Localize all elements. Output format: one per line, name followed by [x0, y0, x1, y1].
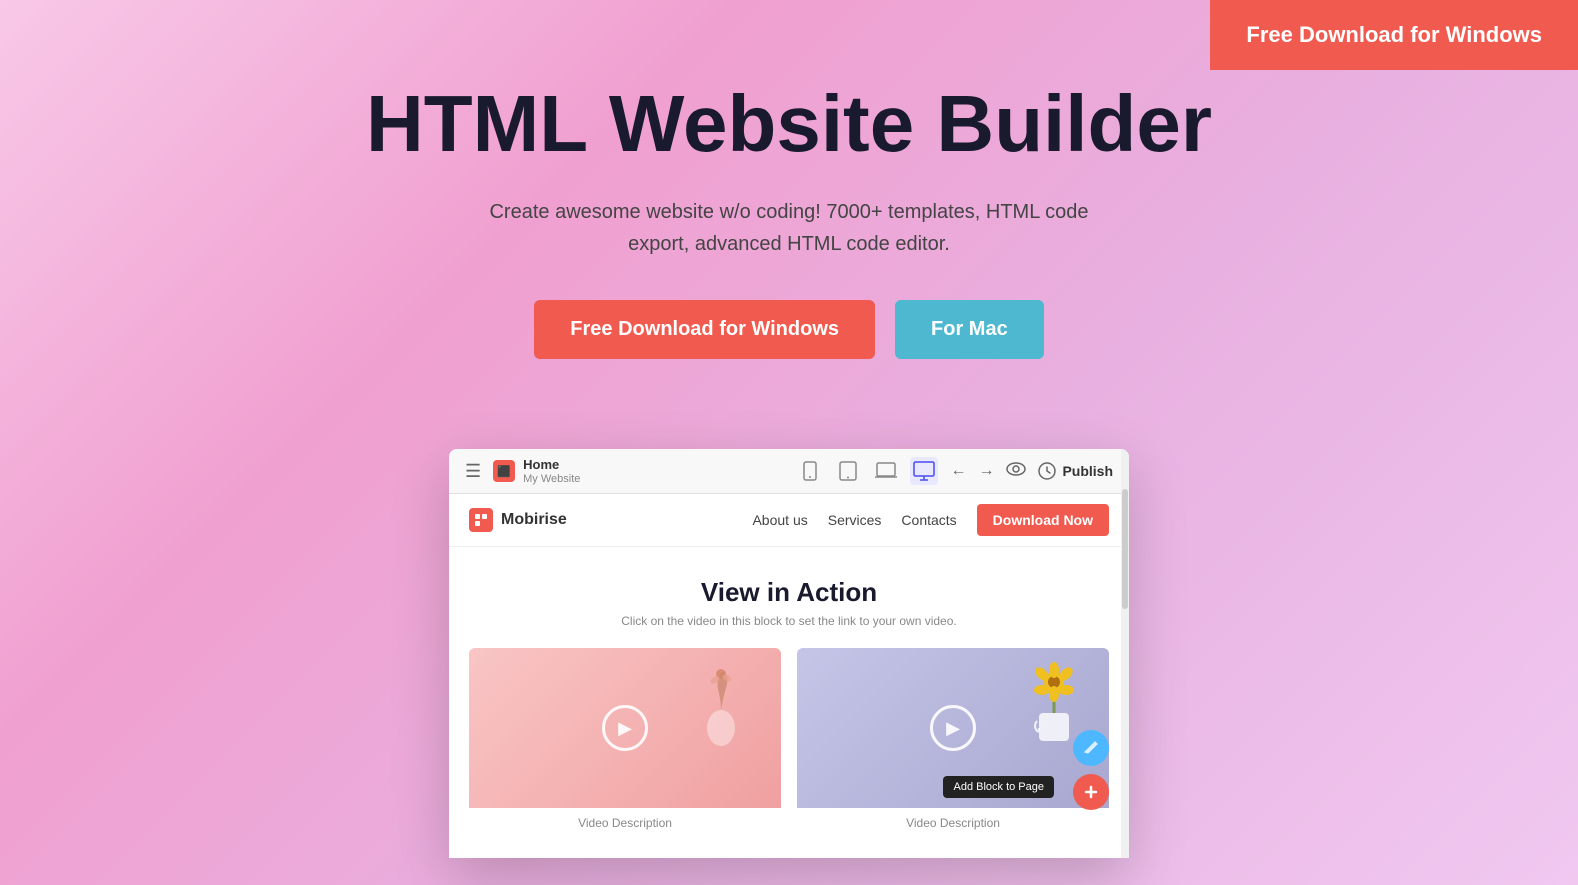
publish-button[interactable]: Publish [1038, 462, 1113, 480]
redo-icon[interactable]: → [978, 462, 994, 480]
nav-download-button[interactable]: Download Now [977, 504, 1109, 536]
desktop-device-icon[interactable] [910, 457, 938, 485]
top-cta-area: Free Download for Windows [1210, 0, 1578, 70]
toolbar-page-info: ⬛ Home My Website [493, 457, 784, 485]
nav-about[interactable]: About us [752, 512, 807, 528]
section-subtitle: Click on the video in this block to set … [469, 614, 1109, 628]
app-mockup: ☰ ⬛ Home My Website [449, 449, 1129, 858]
edit-floating-button[interactable] [1073, 730, 1109, 766]
add-block-button[interactable] [1073, 774, 1109, 810]
toolbar-page-sub: My Website [523, 473, 580, 485]
nav-services[interactable]: Services [828, 512, 882, 528]
video-desc-1: Video Description [469, 808, 781, 838]
scrollbar-thumb [1122, 489, 1128, 609]
play-button-2[interactable]: ▶ [930, 705, 976, 751]
video-card-1: ▶ Video Description [469, 648, 781, 838]
download-mac-button[interactable]: For Mac [895, 300, 1044, 359]
video-card-2: ▶ Video Description [797, 648, 1109, 838]
hero-buttons: Free Download for Windows For Mac [20, 300, 1558, 359]
video-grid: ▶ Video Description [469, 648, 1109, 838]
mockup-wrapper: ☰ ⬛ Home My Website [0, 449, 1578, 858]
toolbar-actions: ← → Publish [950, 462, 1113, 481]
section-title: View in Action [469, 577, 1109, 608]
publish-label: Publish [1062, 463, 1113, 479]
scrollbar[interactable] [1121, 449, 1129, 858]
play-button-1[interactable]: ▶ [602, 705, 648, 751]
tablet-device-icon[interactable] [834, 457, 862, 485]
page-name-area: Home My Website [523, 457, 580, 485]
preview-icon[interactable] [1006, 462, 1026, 481]
hero-subtitle: Create awesome website w/o coding! 7000+… [459, 196, 1119, 260]
toolbar-device-icons [796, 457, 938, 485]
video-thumb-1[interactable]: ▶ [469, 648, 781, 808]
video-desc-2: Video Description [797, 808, 1109, 838]
app-content: View in Action Click on the video in thi… [449, 547, 1129, 858]
add-block-tooltip: Add Block to Page [943, 776, 1054, 798]
download-windows-button[interactable]: Free Download for Windows [534, 300, 875, 359]
app-toolbar: ☰ ⬛ Home My Website [449, 449, 1129, 494]
logo-text: Mobirise [501, 511, 567, 529]
app-nav: Mobirise About us Services Contacts Down… [449, 494, 1129, 547]
menu-icon[interactable]: ☰ [465, 461, 481, 482]
page-icon-symbol: ⬛ [497, 465, 511, 478]
undo-icon[interactable]: ← [950, 462, 966, 480]
page-icon: ⬛ [493, 460, 515, 482]
mobile-device-icon[interactable] [796, 457, 824, 485]
top-download-button[interactable]: Free Download for Windows [1210, 0, 1578, 70]
nav-contacts[interactable]: Contacts [901, 512, 956, 528]
app-logo: Mobirise [469, 508, 567, 532]
floating-actions: Add Block to Page [1073, 730, 1109, 810]
add-block-area: Add Block to Page [1073, 774, 1109, 810]
logo-icon [469, 508, 493, 532]
laptop-device-icon[interactable] [872, 457, 900, 485]
hero-title: HTML Website Builder [20, 80, 1558, 168]
toolbar-page-name: Home [523, 457, 580, 473]
